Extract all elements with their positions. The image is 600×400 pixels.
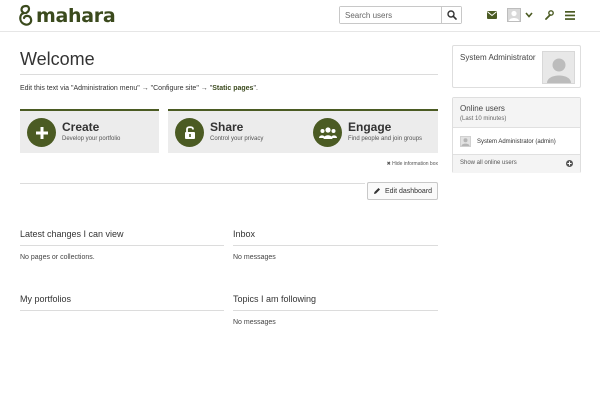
- page-title: Welcome: [20, 49, 95, 69]
- create-icon-circle: [27, 118, 56, 147]
- card-title: Engage: [348, 120, 392, 134]
- info-cards: Create Develop your portfolio Share Cont…: [20, 109, 438, 154]
- hamburger-menu-icon: [565, 10, 575, 20]
- logo-mark-icon: [19, 4, 33, 26]
- chevron-down-icon: [525, 12, 533, 18]
- quote-glyph: ".: [253, 85, 258, 92]
- users-icon: [318, 126, 337, 139]
- avatar-placeholder-icon: [546, 58, 571, 83]
- card-subtitle: Control your privacy: [210, 136, 264, 142]
- inbox-body: No messages: [233, 254, 276, 261]
- online-users-footer[interactable]: Show all online users: [453, 154, 580, 173]
- mahara-logo[interactable]: mahara: [18, 3, 116, 29]
- online-users-subtitle: (Last 10 minutes): [460, 116, 507, 122]
- block-divider: [233, 245, 438, 246]
- block-divider: [20, 310, 224, 311]
- online-user-item[interactable]: System Administrator (admin): [460, 136, 556, 147]
- inbox-title[interactable]: Inbox: [233, 229, 255, 239]
- card-title: Create: [62, 120, 100, 134]
- latest-changes-body: No pages or collections.: [20, 254, 95, 261]
- site-info-text: Edit this text via "Administration menu"…: [20, 85, 258, 92]
- latest-changes-title[interactable]: Latest changes I can view: [20, 229, 124, 239]
- hide-info-box-link[interactable]: ✖ Hide information box: [387, 161, 438, 167]
- card-title: Share: [210, 120, 244, 134]
- inbox-button[interactable]: [486, 8, 498, 22]
- dashboard-divider: [20, 183, 365, 184]
- logo-text: mahara: [36, 5, 116, 27]
- site-header: mahara: [0, 0, 600, 32]
- arrow-glyph: →: [198, 85, 210, 92]
- create-card[interactable]: Create Develop your portfolio: [20, 109, 159, 153]
- block-divider: [20, 245, 224, 246]
- online-users-header: Online users (Last 10 minutes): [453, 98, 580, 128]
- card-subtitle: Find people and join groups: [348, 136, 423, 142]
- plus-circle-icon: [566, 160, 573, 167]
- info-text-part2: "Configure site": [150, 85, 199, 92]
- online-user-name: System Administrator (admin): [477, 138, 556, 145]
- topics-following-body: No messages: [233, 319, 276, 326]
- wrench-icon: [545, 10, 554, 20]
- info-text-part1: Edit this text via "Administration menu": [20, 85, 140, 92]
- user-menu-button[interactable]: [507, 6, 533, 24]
- admin-button[interactable]: [543, 8, 555, 22]
- topics-following-title[interactable]: Topics I am following: [233, 294, 316, 304]
- engage-card[interactable]: Engage Find people and join groups: [306, 109, 438, 153]
- arrow-glyph: →: [139, 85, 151, 92]
- plus-icon: [35, 126, 48, 139]
- my-portfolios-title[interactable]: My portfolios: [20, 294, 71, 304]
- search-box: [339, 6, 462, 24]
- edit-dashboard-label: Edit dashboard: [384, 187, 433, 195]
- profile-name[interactable]: System Administrator: [460, 53, 536, 62]
- edit-dashboard-button[interactable]: Edit dashboard: [367, 182, 438, 200]
- static-pages-link[interactable]: Static pages: [212, 85, 253, 92]
- main-menu-button[interactable]: [564, 8, 576, 22]
- search-button[interactable]: [441, 7, 461, 23]
- title-divider: [20, 74, 438, 75]
- avatar[interactable]: [542, 51, 575, 84]
- envelope-icon: [487, 11, 497, 19]
- share-icon-circle: [175, 118, 204, 147]
- search-input[interactable]: [340, 7, 441, 23]
- online-users-block: Online users (Last 10 minutes) System Ad…: [452, 97, 581, 173]
- profile-block: System Administrator: [452, 45, 581, 88]
- unlock-icon: [184, 126, 195, 139]
- share-card[interactable]: Share Control your privacy: [168, 109, 307, 153]
- user-avatar-icon: [460, 136, 471, 147]
- engage-icon-circle: [313, 118, 342, 147]
- search-icon: [446, 10, 457, 20]
- card-subtitle: Develop your portfolio: [62, 136, 121, 142]
- show-all-online-users-link[interactable]: Show all online users: [460, 160, 517, 166]
- online-users-title: Online users: [460, 104, 505, 113]
- user-menu-icon: [507, 8, 521, 22]
- block-divider: [233, 310, 438, 311]
- pencil-icon: [373, 188, 380, 194]
